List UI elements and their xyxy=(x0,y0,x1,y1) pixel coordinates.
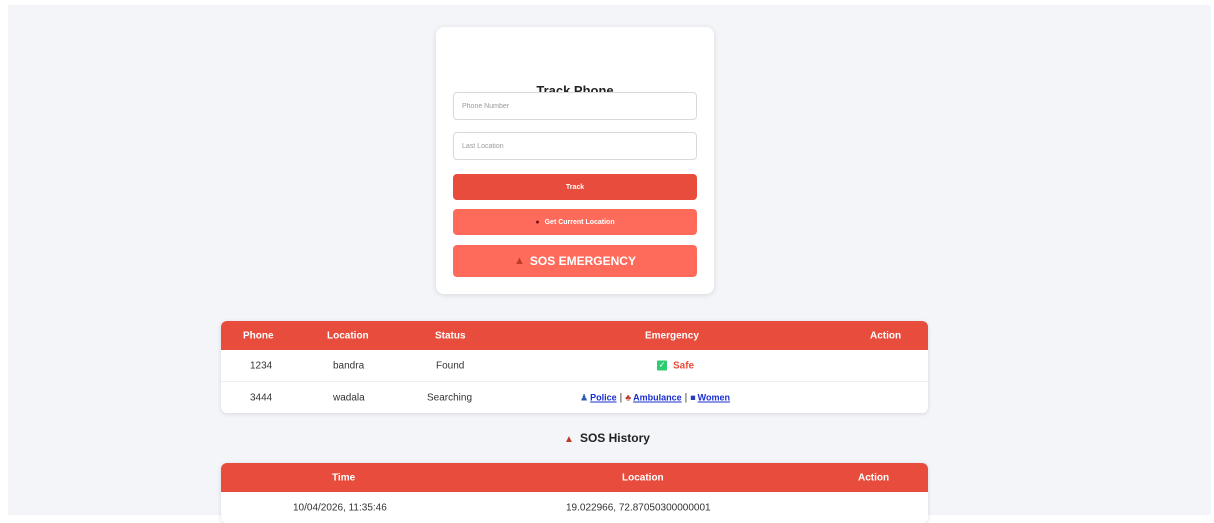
header-emergency: Emergency xyxy=(645,330,699,341)
cell-phone: 1234 xyxy=(250,360,273,371)
sos-history-table: Time Location Action 10/04/2026, 11:35:4… xyxy=(221,463,928,523)
police-icon: ♟ xyxy=(580,392,589,402)
phone-number-input[interactable] xyxy=(453,92,697,120)
sos-emergency-label: SOS EMERGENCY xyxy=(529,254,636,268)
sos-history-header: Time Location Action xyxy=(221,463,928,492)
pin-icon: ● xyxy=(535,218,540,226)
cell-time: 10/04/2026, 11:35:46 xyxy=(293,502,387,513)
sos-emergency-button[interactable]: ▲ SOS EMERGENCY xyxy=(453,245,697,277)
get-current-location-label: Get Current Location xyxy=(544,218,615,226)
header-action: Action xyxy=(858,472,890,483)
siren-icon: ▲ xyxy=(564,434,574,445)
cell-status: Found xyxy=(436,360,465,371)
table-row: 1234 bandra Found ✓ Safe xyxy=(221,350,928,382)
check-icon: ✓ xyxy=(657,360,667,371)
phones-table-header: Phone Location Status Emergency Action xyxy=(221,321,928,350)
table-row: 10/04/2026, 11:35:46 19.022966, 72.87050… xyxy=(221,492,928,523)
phones-table: Phone Location Status Emergency Action 1… xyxy=(221,321,928,413)
header-phone: Phone xyxy=(243,330,274,341)
sos-history-label: SOS History xyxy=(579,431,650,445)
women-icon: ■ xyxy=(690,392,696,402)
safe-label: Safe xyxy=(673,360,695,371)
sos-history-title: ▲ SOS History xyxy=(0,431,1214,445)
police-link[interactable]: Police xyxy=(590,392,617,402)
cell-location: wadala xyxy=(333,392,365,403)
last-location-input[interactable] xyxy=(453,132,697,160)
cell-emergency: ✓ Safe xyxy=(657,360,694,371)
siren-icon: ▲ xyxy=(514,255,525,267)
get-current-location-button[interactable]: ● Get Current Location xyxy=(453,209,697,235)
cell-location: 19.022966, 72.87050300000001 xyxy=(566,502,711,513)
cell-status: Searching xyxy=(427,392,473,403)
women-link[interactable]: Women xyxy=(698,392,730,402)
cell-emergency-links: ♟ Police | ♣ Ambulance | ■ Women xyxy=(580,392,731,403)
track-phone-card: Track Phone Track ● Get Current Location… xyxy=(436,27,714,294)
header-location: Location xyxy=(327,330,369,341)
ambulance-icon: ♣ xyxy=(625,392,632,402)
track-button[interactable]: Track xyxy=(453,174,697,200)
cell-location: bandra xyxy=(333,360,365,371)
header-status: Status xyxy=(435,330,466,341)
header-location: Location xyxy=(622,472,664,483)
ambulance-link[interactable]: Ambulance xyxy=(633,392,682,402)
track-button-label: Track xyxy=(565,183,585,191)
cell-phone: 3444 xyxy=(250,392,273,403)
table-row: 3444 wadala Searching ♟ Police | ♣ Ambulance… xyxy=(221,382,928,413)
header-time: Time xyxy=(332,472,356,483)
header-action: Action xyxy=(870,330,902,341)
